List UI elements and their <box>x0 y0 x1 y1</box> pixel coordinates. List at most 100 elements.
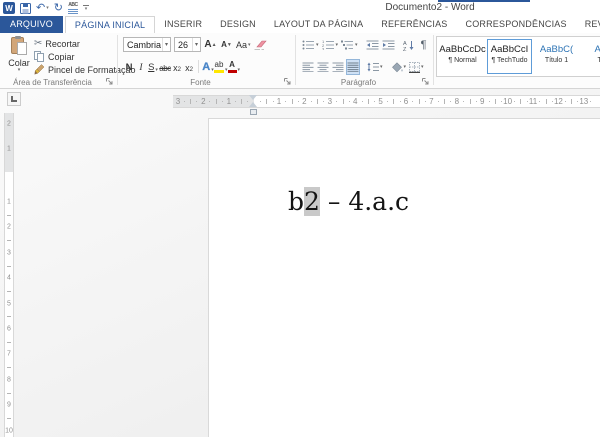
tab-arquivo[interactable]: ARQUIVO <box>0 16 63 33</box>
text-before: b <box>288 187 304 216</box>
svg-text:Z: Z <box>403 47 407 51</box>
sort-button[interactable]: AZ <box>402 37 416 53</box>
font-size-combo[interactable]: 26 ▾ <box>174 37 201 52</box>
change-case-caret-icon: ▾ <box>248 42 251 48</box>
clear-formatting-button[interactable] <box>254 37 267 52</box>
spelling-grammar-button[interactable]: ABC <box>68 2 78 15</box>
cut-label: Recortar <box>45 39 80 49</box>
ruler-number: 13 <box>579 97 588 106</box>
customize-qat-button[interactable]: ▾ <box>83 2 89 15</box>
svg-text:3: 3 <box>322 46 325 50</box>
ruler-number: 1 <box>227 97 231 106</box>
strikethrough-button[interactable]: abc <box>159 59 171 74</box>
spelling-grammar-icon: ABC <box>68 3 78 14</box>
italic-button[interactable]: I <box>135 59 147 74</box>
grow-font-button[interactable]: A▲ <box>204 37 217 52</box>
tab-design[interactable]: DESIGN <box>211 16 265 33</box>
paste-button[interactable]: Colar ▾ <box>4 36 34 78</box>
ruler-number: 8 <box>4 376 14 383</box>
divider <box>198 60 199 73</box>
ruler-number: 4 <box>4 275 14 282</box>
selected-text: 2 <box>304 187 320 216</box>
style-titulo-2[interactable]: AaB Títu <box>581 39 600 74</box>
line-spacing-button[interactable]: ▾ <box>366 59 384 75</box>
font-dialog-launcher[interactable] <box>283 77 292 86</box>
numbering-icon: 123 <box>322 40 335 50</box>
tab-layout-da-pagina[interactable]: LAYOUT DA PÁGINA <box>265 16 372 33</box>
ruler-number: 10 <box>503 97 512 106</box>
pilcrow-icon: ¶ <box>421 39 427 51</box>
shading-button[interactable]: ▾ <box>390 59 408 75</box>
font-color-button[interactable]: A ▾ <box>228 59 241 74</box>
copy-label: Copiar <box>48 52 75 62</box>
superscript-button[interactable]: x2 <box>183 59 195 74</box>
ruler-number: 3 <box>328 97 332 106</box>
align-right-icon <box>332 62 344 72</box>
multilevel-list-button[interactable]: ▾ <box>340 37 359 53</box>
bold-button[interactable]: N <box>123 59 135 74</box>
paste-caret-icon: ▾ <box>18 68 21 73</box>
paragraph-dialog-launcher[interactable] <box>421 77 430 86</box>
decrease-indent-icon <box>366 40 379 50</box>
ruler-number: 12 <box>554 97 563 106</box>
align-right-button[interactable] <box>331 59 345 75</box>
ruler-number: 9 <box>480 97 484 106</box>
hanging-indent-marker[interactable] <box>249 102 257 107</box>
first-line-indent-marker[interactable] <box>249 95 257 100</box>
tab-pagina-inicial[interactable]: PÁGINA INICIAL <box>65 16 155 33</box>
ruler-number: 11 <box>529 97 537 106</box>
change-case-button[interactable]: Aa▾ <box>236 37 251 52</box>
style-normal[interactable]: AaBbCcDc ¶ Normal <box>440 39 485 74</box>
format-painter-icon <box>34 64 45 75</box>
align-left-button[interactable] <box>301 59 315 75</box>
shrink-font-button[interactable]: A▼ <box>220 37 233 52</box>
align-center-button[interactable] <box>316 59 330 75</box>
borders-button[interactable]: ▾ <box>408 59 425 75</box>
group-font: Cambria ▾ 26 ▾ A▲ A▼ Aa▾ N <box>118 33 295 88</box>
left-indent-marker[interactable] <box>250 109 257 115</box>
ruler-number: 8 <box>455 97 459 106</box>
highlight-icon: ab <box>214 61 224 73</box>
word-window: W ↶▾ ↻ ABC ▾ Documento2 - Word ARQUIVO P… <box>0 0 600 437</box>
numbering-button[interactable]: 123 ▾ <box>321 37 340 53</box>
numbering-caret-icon: ▾ <box>336 42 339 48</box>
vertical-ruler[interactable]: 2112345678910 <box>4 113 14 437</box>
ruler-number: 1 <box>4 199 14 206</box>
word-logo-icon[interactable]: W <box>3 2 15 15</box>
clipboard-dialog-launcher[interactable] <box>105 77 114 86</box>
text-effects-button[interactable]: A▾ <box>202 59 214 74</box>
subscript-button[interactable]: x2 <box>171 59 183 74</box>
undo-button[interactable]: ↶▾ <box>36 2 49 15</box>
ruler-number: 10 <box>4 427 14 434</box>
style-techtudo[interactable]: AaBbCcI ¶ TechTudo <box>487 39 532 74</box>
customize-qat-icon: ▾ <box>83 5 89 11</box>
highlight-color-button[interactable]: ab ▾ <box>214 59 228 74</box>
redo-icon: ↻ <box>54 3 63 14</box>
justify-button[interactable] <box>346 59 360 75</box>
save-button[interactable] <box>20 2 31 15</box>
ruler-number: 2 <box>4 224 14 231</box>
tab-inserir[interactable]: INSERIR <box>155 16 211 33</box>
ruler-number: 6 <box>404 97 408 106</box>
line-spacing-icon <box>367 62 379 72</box>
bullets-button[interactable]: ▾ <box>301 37 320 53</box>
document-page[interactable]: b2 – 4.a.c <box>208 118 600 437</box>
tab-referencias[interactable]: REFERÊNCIAS <box>372 16 456 33</box>
font-name-caret-icon: ▾ <box>162 38 170 51</box>
paint-bucket-icon <box>391 62 403 73</box>
horizontal-ruler[interactable]: 32112345678910111213 <box>0 95 600 108</box>
document-text-line[interactable]: b2 – 4.a.c <box>288 187 409 216</box>
decrease-indent-button[interactable] <box>365 37 380 53</box>
ruler-number: 7 <box>4 351 14 358</box>
increase-indent-button[interactable] <box>381 37 396 53</box>
underline-button[interactable]: S▾ <box>147 59 159 74</box>
multilevel-list-icon <box>341 40 354 50</box>
redo-button[interactable]: ↻ <box>54 2 63 15</box>
tab-correspondencias[interactable]: CORRESPONDÊNCIAS <box>457 16 576 33</box>
font-color-caret-icon: ▾ <box>238 67 241 73</box>
show-marks-button[interactable]: ¶ <box>417 37 431 53</box>
style-titulo-1[interactable]: AaBbC( Título 1 <box>534 39 579 74</box>
font-name-combo[interactable]: Cambria ▾ <box>123 37 171 52</box>
tab-revisao[interactable]: REVISÃO <box>576 16 600 33</box>
font-size-caret-icon: ▾ <box>192 38 200 51</box>
